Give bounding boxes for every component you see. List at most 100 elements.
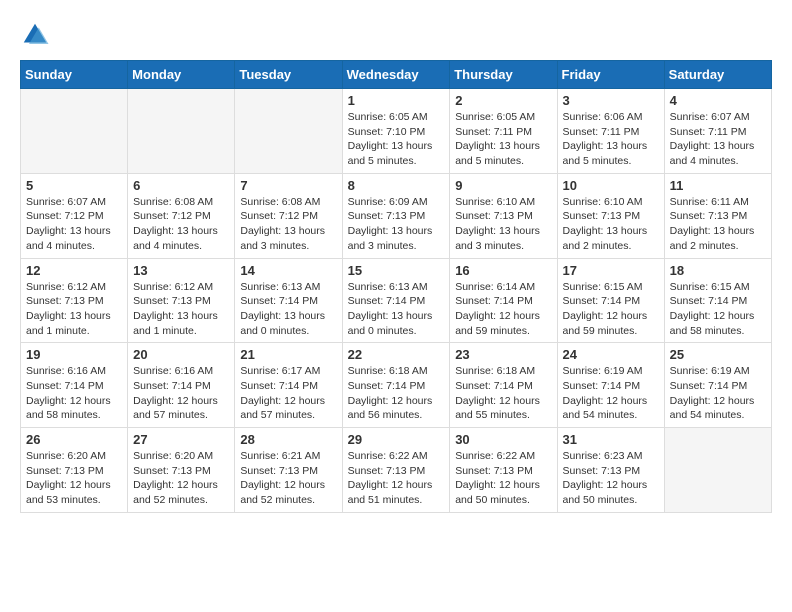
day-info: Sunrise: 6:17 AM Sunset: 7:14 PM Dayligh… bbox=[240, 364, 336, 423]
day-info: Sunrise: 6:07 AM Sunset: 7:11 PM Dayligh… bbox=[670, 110, 766, 169]
day-info: Sunrise: 6:16 AM Sunset: 7:14 PM Dayligh… bbox=[133, 364, 229, 423]
day-number: 24 bbox=[563, 347, 659, 362]
calendar-cell: 13 Sunrise: 6:12 AM Sunset: 7:13 PM Dayli… bbox=[128, 258, 235, 343]
week-row-5: 26 Sunrise: 6:20 AM Sunset: 7:13 PM Dayli… bbox=[21, 428, 772, 513]
day-number: 10 bbox=[563, 178, 659, 193]
weekday-header-friday: Friday bbox=[557, 61, 664, 89]
page-header bbox=[20, 20, 772, 50]
calendar-cell: 18 Sunrise: 6:15 AM Sunset: 7:14 PM Dayli… bbox=[664, 258, 771, 343]
calendar-cell: 5 Sunrise: 6:07 AM Sunset: 7:12 PM Daylig… bbox=[21, 173, 128, 258]
day-info: Sunrise: 6:20 AM Sunset: 7:13 PM Dayligh… bbox=[133, 449, 229, 508]
calendar-cell: 8Sunrise: 6:09 AM Sunset: 7:13 PM Daylig… bbox=[342, 173, 450, 258]
day-number: 17 bbox=[563, 263, 659, 278]
day-info: Sunrise: 6:15 AM Sunset: 7:14 PM Dayligh… bbox=[670, 280, 766, 339]
calendar-table: SundayMondayTuesdayWednesdayThursdayFrid… bbox=[20, 60, 772, 513]
day-info: Sunrise: 6:19 AM Sunset: 7:14 PM Dayligh… bbox=[670, 364, 766, 423]
calendar-cell: 10 Sunrise: 6:10 AM Sunset: 7:13 PM Dayli… bbox=[557, 173, 664, 258]
calendar-cell: 9 Sunrise: 6:10 AM Sunset: 7:13 PM Daylig… bbox=[450, 173, 557, 258]
calendar-cell: 2 Sunrise: 6:05 AM Sunset: 7:11 PM Daylig… bbox=[450, 89, 557, 174]
day-number: 13 bbox=[133, 263, 229, 278]
day-info: Sunrise: 6:09 AM Sunset: 7:13 PM Dayligh… bbox=[348, 195, 445, 254]
day-number: 21 bbox=[240, 347, 336, 362]
day-info: Sunrise: 6:05 AM Sunset: 7:11 PM Dayligh… bbox=[455, 110, 551, 169]
day-info: Sunrise: 6:20 AM Sunset: 7:13 PM Dayligh… bbox=[26, 449, 122, 508]
day-number: 7 bbox=[240, 178, 336, 193]
calendar-cell: 30 Sunrise: 6:22 AM Sunset: 7:13 PM Dayli… bbox=[450, 428, 557, 513]
day-info: Sunrise: 6:07 AM Sunset: 7:12 PM Dayligh… bbox=[26, 195, 122, 254]
day-info: Sunrise: 6:15 AM Sunset: 7:14 PM Dayligh… bbox=[563, 280, 659, 339]
calendar-cell: 26 Sunrise: 6:20 AM Sunset: 7:13 PM Dayli… bbox=[21, 428, 128, 513]
calendar-cell: 24 Sunrise: 6:19 AM Sunset: 7:14 PM Dayli… bbox=[557, 343, 664, 428]
calendar-cell: 1Sunrise: 6:05 AM Sunset: 7:10 PM Daylig… bbox=[342, 89, 450, 174]
day-number: 28 bbox=[240, 432, 336, 447]
day-info: Sunrise: 6:13 AM Sunset: 7:14 PM Dayligh… bbox=[240, 280, 336, 339]
calendar-cell: 22 Sunrise: 6:18 AM Sunset: 7:14 PM Dayli… bbox=[342, 343, 450, 428]
day-number: 15 bbox=[348, 263, 445, 278]
day-info: Sunrise: 6:08 AM Sunset: 7:12 PM Dayligh… bbox=[133, 195, 229, 254]
day-info: Sunrise: 6:18 AM Sunset: 7:14 PM Dayligh… bbox=[455, 364, 551, 423]
calendar-cell bbox=[128, 89, 235, 174]
calendar-cell: 7 Sunrise: 6:08 AM Sunset: 7:12 PM Daylig… bbox=[235, 173, 342, 258]
calendar-cell bbox=[235, 89, 342, 174]
day-number: 14 bbox=[240, 263, 336, 278]
day-info: Sunrise: 6:10 AM Sunset: 7:13 PM Dayligh… bbox=[563, 195, 659, 254]
weekday-header-wednesday: Wednesday bbox=[342, 61, 450, 89]
calendar-cell: 25Sunrise: 6:19 AM Sunset: 7:14 PM Dayli… bbox=[664, 343, 771, 428]
day-number: 27 bbox=[133, 432, 229, 447]
week-row-4: 19Sunrise: 6:16 AM Sunset: 7:14 PM Dayli… bbox=[21, 343, 772, 428]
day-number: 9 bbox=[455, 178, 551, 193]
day-number: 5 bbox=[26, 178, 122, 193]
weekday-header-saturday: Saturday bbox=[664, 61, 771, 89]
calendar-cell: 21 Sunrise: 6:17 AM Sunset: 7:14 PM Dayli… bbox=[235, 343, 342, 428]
day-info: Sunrise: 6:22 AM Sunset: 7:13 PM Dayligh… bbox=[348, 449, 445, 508]
day-number: 12 bbox=[26, 263, 122, 278]
day-number: 18 bbox=[670, 263, 766, 278]
day-number: 20 bbox=[133, 347, 229, 362]
weekday-header-row: SundayMondayTuesdayWednesdayThursdayFrid… bbox=[21, 61, 772, 89]
day-info: Sunrise: 6:12 AM Sunset: 7:13 PM Dayligh… bbox=[133, 280, 229, 339]
day-number: 4 bbox=[670, 93, 766, 108]
logo-icon bbox=[20, 20, 50, 50]
calendar-cell: 4 Sunrise: 6:07 AM Sunset: 7:11 PM Daylig… bbox=[664, 89, 771, 174]
day-number: 26 bbox=[26, 432, 122, 447]
day-info: Sunrise: 6:10 AM Sunset: 7:13 PM Dayligh… bbox=[455, 195, 551, 254]
day-number: 29 bbox=[348, 432, 445, 447]
logo bbox=[20, 20, 54, 50]
day-number: 3 bbox=[563, 93, 659, 108]
calendar-cell: 20 Sunrise: 6:16 AM Sunset: 7:14 PM Dayli… bbox=[128, 343, 235, 428]
day-info: Sunrise: 6:13 AM Sunset: 7:14 PM Dayligh… bbox=[348, 280, 445, 339]
week-row-1: 1Sunrise: 6:05 AM Sunset: 7:10 PM Daylig… bbox=[21, 89, 772, 174]
day-number: 30 bbox=[455, 432, 551, 447]
calendar-cell bbox=[21, 89, 128, 174]
day-info: Sunrise: 6:21 AM Sunset: 7:13 PM Dayligh… bbox=[240, 449, 336, 508]
day-info: Sunrise: 6:23 AM Sunset: 7:13 PM Dayligh… bbox=[563, 449, 659, 508]
calendar-cell: 29 Sunrise: 6:22 AM Sunset: 7:13 PM Dayli… bbox=[342, 428, 450, 513]
day-number: 22 bbox=[348, 347, 445, 362]
day-number: 1 bbox=[348, 93, 445, 108]
calendar-cell: 27 Sunrise: 6:20 AM Sunset: 7:13 PM Dayli… bbox=[128, 428, 235, 513]
calendar-cell: 31Sunrise: 6:23 AM Sunset: 7:13 PM Dayli… bbox=[557, 428, 664, 513]
calendar-cell: 14 Sunrise: 6:13 AM Sunset: 7:14 PM Dayli… bbox=[235, 258, 342, 343]
calendar-cell: 28 Sunrise: 6:21 AM Sunset: 7:13 PM Dayli… bbox=[235, 428, 342, 513]
calendar-cell: 16Sunrise: 6:14 AM Sunset: 7:14 PM Dayli… bbox=[450, 258, 557, 343]
day-number: 2 bbox=[455, 93, 551, 108]
day-info: Sunrise: 6:08 AM Sunset: 7:12 PM Dayligh… bbox=[240, 195, 336, 254]
weekday-header-tuesday: Tuesday bbox=[235, 61, 342, 89]
calendar-cell: 17 Sunrise: 6:15 AM Sunset: 7:14 PM Dayli… bbox=[557, 258, 664, 343]
day-number: 6 bbox=[133, 178, 229, 193]
day-info: Sunrise: 6:12 AM Sunset: 7:13 PM Dayligh… bbox=[26, 280, 122, 339]
day-info: Sunrise: 6:16 AM Sunset: 7:14 PM Dayligh… bbox=[26, 364, 122, 423]
week-row-2: 5 Sunrise: 6:07 AM Sunset: 7:12 PM Daylig… bbox=[21, 173, 772, 258]
day-number: 16 bbox=[455, 263, 551, 278]
day-info: Sunrise: 6:22 AM Sunset: 7:13 PM Dayligh… bbox=[455, 449, 551, 508]
day-info: Sunrise: 6:18 AM Sunset: 7:14 PM Dayligh… bbox=[348, 364, 445, 423]
calendar-cell: 6 Sunrise: 6:08 AM Sunset: 7:12 PM Daylig… bbox=[128, 173, 235, 258]
calendar-cell: 19Sunrise: 6:16 AM Sunset: 7:14 PM Dayli… bbox=[21, 343, 128, 428]
day-info: Sunrise: 6:19 AM Sunset: 7:14 PM Dayligh… bbox=[563, 364, 659, 423]
day-number: 11 bbox=[670, 178, 766, 193]
calendar-cell: 11 Sunrise: 6:11 AM Sunset: 7:13 PM Dayli… bbox=[664, 173, 771, 258]
day-info: Sunrise: 6:06 AM Sunset: 7:11 PM Dayligh… bbox=[563, 110, 659, 169]
day-info: Sunrise: 6:11 AM Sunset: 7:13 PM Dayligh… bbox=[670, 195, 766, 254]
calendar-cell: 15 Sunrise: 6:13 AM Sunset: 7:14 PM Dayli… bbox=[342, 258, 450, 343]
calendar-cell: 12 Sunrise: 6:12 AM Sunset: 7:13 PM Dayli… bbox=[21, 258, 128, 343]
